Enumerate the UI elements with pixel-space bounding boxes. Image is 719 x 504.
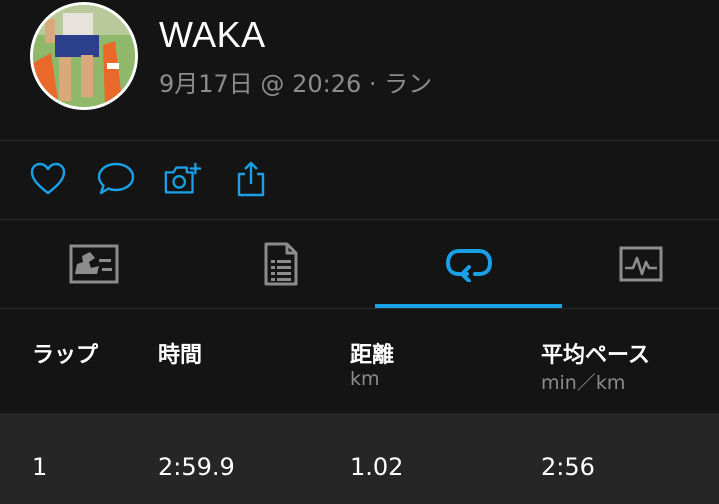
lap-time: 2:59.9 [158,453,235,481]
pace-unit: min／km [541,372,626,394]
pace-column-header: 平均ペース [541,343,650,368]
tab-stats[interactable] [187,220,375,308]
lap-pace: 2:56 [541,453,595,481]
comment-button[interactable] [96,159,136,199]
lap-number: 1 [32,453,48,481]
tab-laps[interactable] [375,220,562,308]
activity-meta: 9月17日 @ 20:26 · ラン [159,70,433,98]
like-button[interactable] [28,159,68,199]
time-column-header: 時間 [158,343,203,368]
heart-icon [30,162,66,195]
camera-plus-icon [164,162,202,194]
document-list-icon [264,242,298,286]
share-button[interactable] [231,159,271,199]
activity-header: WAKA 9月17日 @ 20:26 · ラン [0,0,719,140]
activity-tabs [0,220,719,308]
activity-screen: WAKA 9月17日 @ 20:26 · ラン ラップ 時間 距離 km 平均ペ… [0,0,719,504]
distance-column-header: 距離 [350,343,395,368]
share-icon [237,161,265,197]
tab-charts[interactable] [562,220,719,308]
avatar-photo [33,5,135,107]
comment-icon [97,162,135,195]
action-bar [0,141,719,219]
map-icon [69,244,118,284]
add-photo-button[interactable] [163,159,203,199]
chart-icon [619,246,662,282]
distance-unit: km [350,368,380,390]
avatar[interactable] [30,2,138,110]
lap-column-header: ラップ [32,343,99,368]
table-row[interactable]: 1 2:59.9 1.02 2:56 [0,413,719,504]
user-name[interactable]: WAKA [159,14,266,56]
lap-distance: 1.02 [350,453,404,481]
tab-map[interactable] [0,220,187,308]
laps-table-header: ラップ 時間 距離 km 平均ペース min／km [0,309,719,413]
laps-loop-icon [445,249,492,282]
